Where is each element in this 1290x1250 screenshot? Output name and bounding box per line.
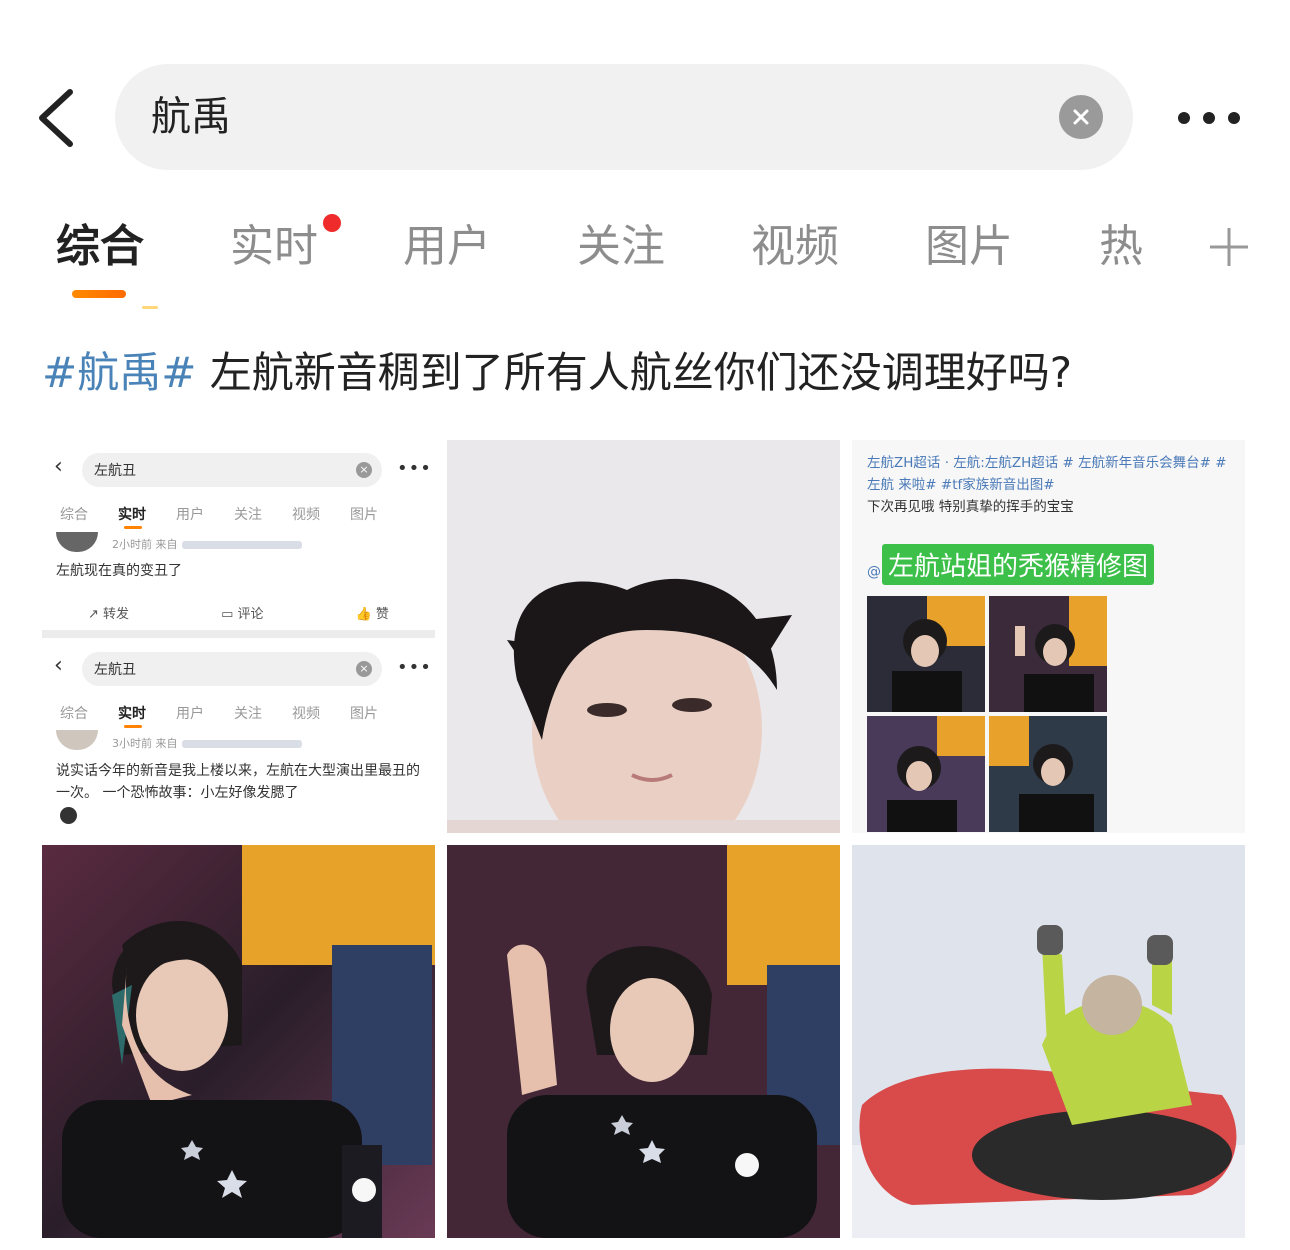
mini-tab-indicator bbox=[124, 526, 142, 529]
tab-users[interactable]: 用户 bbox=[403, 220, 491, 274]
screenshot-caption: 下次再见哦 特别真挚的挥手的宝宝 bbox=[867, 499, 1074, 515]
post-image-5[interactable] bbox=[447, 845, 840, 1238]
mini-repost: ↗ 转发 bbox=[88, 607, 130, 622]
back-icon[interactable] bbox=[32, 86, 82, 150]
mini-tab: 图片 bbox=[350, 706, 378, 722]
mini-tab: 实时 bbox=[118, 706, 146, 722]
tab-realtime[interactable]: 实时 bbox=[230, 220, 318, 274]
tab-bar: 综合 实时 用户 关注 视频 图片 热 bbox=[0, 210, 1290, 310]
tab-comprehensive[interactable]: 综合 bbox=[56, 220, 144, 274]
screenshot-hashtags: 左航ZH超话 · 左航:左航ZH超话 # 左航新年音乐会舞台# #左航 来啦# … bbox=[867, 455, 1227, 493]
mini-search-query: 左航丑 bbox=[94, 463, 136, 479]
mini-search-field: 左航丑 × bbox=[82, 652, 382, 686]
thumb-photo bbox=[989, 596, 1107, 712]
clear-icon[interactable] bbox=[1059, 95, 1103, 139]
mini-tabs: 综合 实时 用户 关注 视频 图片 bbox=[60, 504, 430, 524]
post-image-4[interactable] bbox=[42, 845, 435, 1238]
screenshot-post-text: 左航ZH超话 · 左航:左航ZH超话 # 左航新年音乐会舞台# #左航 来啦# … bbox=[867, 452, 1232, 518]
mini-clear-icon: × bbox=[356, 462, 372, 478]
mini-back-icon: ‹ bbox=[54, 454, 63, 479]
mini-more-icon: ••• bbox=[397, 657, 432, 678]
post-hashtag[interactable]: #航禹# bbox=[42, 348, 196, 397]
emoji-icon bbox=[60, 807, 77, 824]
tab-hot[interactable]: 热 bbox=[1099, 220, 1143, 274]
mini-tab: 综合 bbox=[60, 507, 88, 523]
mini-tab: 视频 bbox=[292, 706, 320, 722]
mini-tab: 关注 bbox=[234, 706, 262, 722]
mini-comment: ▭ 评论 bbox=[221, 607, 264, 622]
snow-photo bbox=[852, 845, 1245, 1238]
mini-post-text: 左航现在真的变丑了 bbox=[56, 563, 182, 579]
screenshot-photo-grid bbox=[867, 596, 1108, 832]
realtime-badge-dot bbox=[323, 214, 341, 232]
portrait-photo bbox=[447, 440, 840, 833]
highlight-label: 左航站姐的秃猴精修图 bbox=[882, 544, 1155, 585]
indicator-accent bbox=[142, 306, 158, 309]
stage-photo bbox=[42, 845, 435, 1238]
stage-photo bbox=[447, 845, 840, 1238]
more-dots-icon[interactable] bbox=[1178, 100, 1250, 136]
mini-tab: 视频 bbox=[292, 507, 320, 523]
search-input[interactable]: 航禹 bbox=[115, 64, 1133, 170]
mini-back-icon: ‹ bbox=[54, 653, 63, 678]
tab-fade bbox=[1140, 212, 1180, 282]
mini-search-field: 左航丑 × bbox=[82, 453, 382, 487]
post-image-2[interactable] bbox=[447, 440, 840, 833]
thumb-photo bbox=[867, 596, 985, 712]
post-image-1[interactable]: ‹ 左航丑 × ••• 综合 实时 用户 关注 视频 图片 2小时前 来自 左航… bbox=[42, 440, 435, 833]
mini-tab: 关注 bbox=[234, 507, 262, 523]
mini-tab: 用户 bbox=[176, 507, 204, 523]
mini-tab: 综合 bbox=[60, 706, 88, 722]
mini-tab: 用户 bbox=[176, 706, 204, 722]
plus-icon[interactable] bbox=[1208, 226, 1250, 268]
tab-videos[interactable]: 视频 bbox=[751, 220, 839, 274]
mini-separator bbox=[42, 630, 435, 638]
thumb-photo bbox=[989, 716, 1107, 832]
active-tab-indicator bbox=[72, 290, 126, 298]
mini-avatar bbox=[56, 532, 98, 552]
mini-meta: 3小时前 来自 bbox=[112, 735, 302, 751]
mini-actions: ↗ 转发 ▭ 评论 👍 赞 bbox=[42, 603, 435, 622]
mini-avatar bbox=[56, 730, 98, 750]
post-image-6[interactable] bbox=[852, 845, 1245, 1238]
post-body: 左航新音稠到了所有人航丝你们还没调理好吗? bbox=[196, 348, 1073, 397]
mini-post-text: 说实话今年的新音是我上楼以来，左航在大型演出里最丑的一次。 一个恐怖故事：小左好… bbox=[56, 763, 420, 801]
mini-clear-icon: × bbox=[356, 661, 372, 677]
mini-tab: 实时 bbox=[118, 507, 146, 523]
post-image-3[interactable]: 左航ZH超话 · 左航:左航ZH超话 # 左航新年音乐会舞台# #左航 来啦# … bbox=[852, 440, 1245, 833]
mini-tabs: 综合 实时 用户 关注 视频 图片 bbox=[60, 703, 430, 723]
search-query: 航禹 bbox=[151, 94, 231, 140]
thumb-photo bbox=[867, 716, 985, 832]
mini-search-query: 左航丑 bbox=[94, 662, 136, 678]
mini-meta: 2小时前 来自 bbox=[112, 536, 302, 552]
post-text[interactable]: #航禹# 左航新音稠到了所有人航丝你们还没调理好吗? bbox=[42, 344, 1072, 402]
mini-more-icon: ••• bbox=[397, 458, 432, 479]
mini-tab-indicator bbox=[124, 725, 142, 728]
mini-tab: 图片 bbox=[350, 507, 378, 523]
tab-images[interactable]: 图片 bbox=[925, 220, 1013, 274]
tab-following[interactable]: 关注 bbox=[577, 220, 665, 274]
at-mention: @ bbox=[867, 564, 881, 580]
mini-like: 👍 赞 bbox=[355, 607, 389, 622]
